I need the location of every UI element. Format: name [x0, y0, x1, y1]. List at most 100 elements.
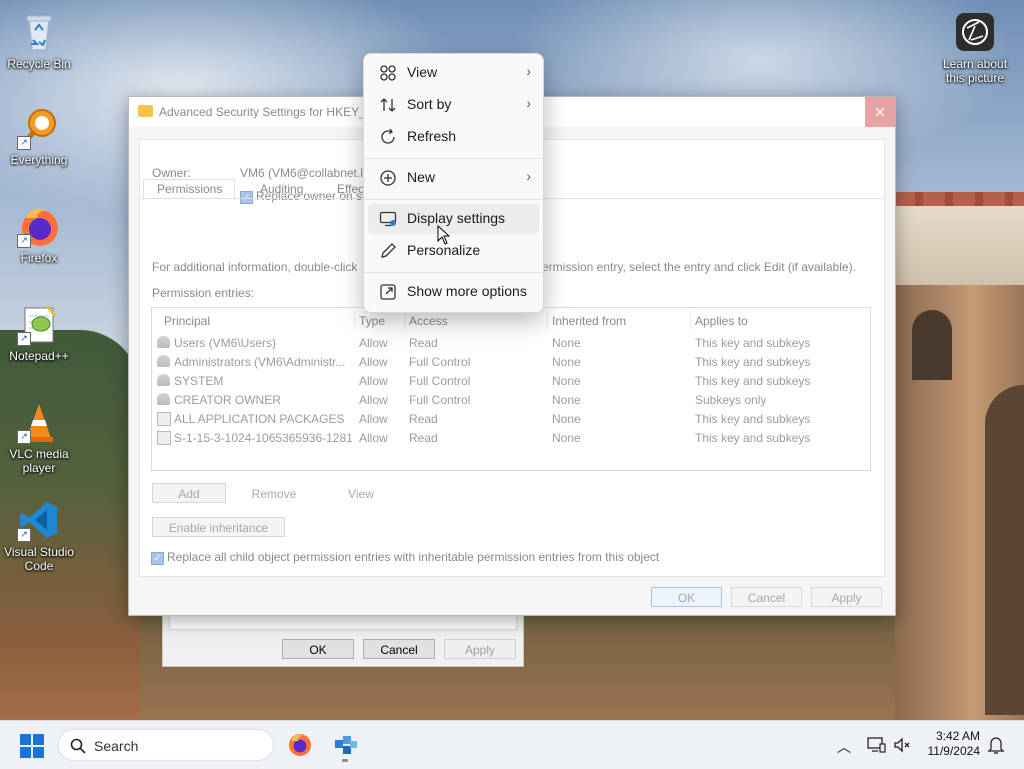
cell-applies: This key and subkeys — [695, 374, 811, 388]
permission-entries-table[interactable]: Principal Type Access Inherited from App… — [151, 307, 871, 471]
back-apply-button[interactable]: Apply — [444, 639, 516, 659]
back-cancel-button[interactable]: Cancel — [363, 639, 435, 659]
menu-item-view[interactable]: View › — [368, 58, 539, 88]
menu-separator — [364, 158, 543, 159]
column-separator — [690, 311, 691, 329]
cell-access: Read — [409, 431, 438, 445]
vlc-icon: ↗ — [17, 400, 61, 444]
desktop-icon-label: Notepad++ — [9, 349, 69, 363]
refresh-icon — [378, 128, 398, 148]
wallpaper-arch-large — [985, 385, 1024, 715]
menu-item-personalize[interactable]: Personalize — [368, 236, 539, 266]
search-label: Search — [94, 738, 139, 754]
column-header-principal[interactable]: Principal — [164, 314, 210, 328]
menu-item-sort-by[interactable]: Sort by › — [368, 90, 539, 120]
wallpaper-arch — [912, 310, 952, 380]
cancel-button[interactable]: Cancel — [731, 587, 802, 607]
desktop-icon-vscode[interactable]: ↗ Visual Studio Code — [0, 498, 78, 573]
chevron-right-icon: › — [526, 95, 531, 111]
learn-about-picture[interactable]: Learn about this picture — [936, 10, 1014, 85]
column-header-type[interactable]: Type — [359, 314, 385, 328]
cell-inherited: None — [552, 355, 581, 369]
menu-item-label: New — [407, 169, 436, 185]
column-separator — [354, 311, 355, 329]
cell-access: Read — [409, 412, 438, 426]
cell-inherited: None — [552, 393, 581, 407]
menu-item-label: Sort by — [407, 96, 452, 112]
running-indicator — [342, 759, 348, 762]
cell-type: Allow — [359, 336, 388, 350]
close-icon[interactable]: ✕ — [865, 97, 895, 127]
table-row[interactable]: SYSTEM Allow Full Control None This key … — [152, 371, 870, 390]
table-row[interactable]: Administrators (VM6\Administr... Allow F… — [152, 352, 870, 371]
clock-date: 11/9/2024 — [927, 744, 981, 758]
network-icon[interactable] — [866, 735, 886, 755]
desktop-icon-recycle-bin[interactable]: Recycle Bin — [0, 10, 78, 71]
cell-principal: SYSTEM — [174, 374, 224, 388]
cell-principal: S-1-15-3-1024-1065365936-1281... — [174, 431, 352, 445]
desktop-icon-label: VLC media player — [9, 447, 69, 475]
cell-inherited: None — [552, 412, 581, 426]
menu-item-refresh[interactable]: Refresh — [368, 122, 539, 152]
cell-access: Full Control — [409, 355, 471, 369]
permission-entries-label: Permission entries: — [152, 286, 255, 300]
desktop-icon-everything[interactable]: ↗ Everything — [0, 106, 78, 167]
display-settings-icon — [378, 210, 398, 230]
cell-principal: Administrators (VM6\Administr... — [174, 355, 346, 369]
tab-permissions[interactable]: Permissions — [157, 182, 222, 196]
cell-type: Allow — [359, 355, 388, 369]
cell-applies: This key and subkeys — [695, 431, 811, 445]
remove-button[interactable]: Remove — [237, 483, 311, 503]
menu-item-display-settings[interactable]: Display settings — [368, 204, 539, 234]
cell-access: Read — [409, 336, 438, 350]
taskbar: Search ︿ 3:42 AM 11/9/2024 — [0, 720, 1024, 769]
chevron-up-icon[interactable]: ︿ — [837, 737, 851, 757]
table-row[interactable]: S-1-15-3-1024-1065365936-1281... Allow R… — [152, 428, 870, 447]
taskbar-search-box[interactable]: Search — [58, 729, 274, 761]
replace-child-checkbox[interactable]: ✓ — [151, 552, 164, 565]
share-options-icon — [378, 283, 398, 303]
user-group-icon — [157, 336, 170, 348]
vscode-icon: ↗ — [17, 498, 61, 542]
ok-button[interactable]: OK — [651, 587, 722, 607]
chevron-right-icon: › — [526, 168, 531, 184]
notification-bell-icon[interactable] — [987, 735, 1005, 755]
apply-button[interactable]: Apply — [811, 587, 882, 607]
tab-effective-access[interactable]: Effec — [337, 182, 364, 196]
desktop-icon-firefox[interactable]: ↗ Firefox — [0, 204, 78, 265]
menu-item-label: View — [407, 64, 438, 80]
info-text-right: ermission entry, select the entry and cl… — [542, 260, 856, 274]
menu-item-show-more-options[interactable]: Show more options — [368, 277, 539, 307]
column-separator — [547, 311, 548, 329]
enable-inheritance-button[interactable]: Enable inheritance — [152, 517, 285, 537]
menu-item-new[interactable]: New › — [368, 163, 539, 193]
column-header-access[interactable]: Access — [409, 314, 448, 328]
taskbar-clock[interactable]: 3:42 AM 11/9/2024 — [928, 729, 981, 759]
taskbar-firefox[interactable] — [288, 733, 312, 757]
add-button[interactable]: Add — [152, 483, 226, 503]
table-row[interactable]: CREATOR OWNER Allow Full Control None Su… — [152, 390, 870, 409]
back-ok-button[interactable]: OK — [282, 639, 354, 659]
dialog-title: Advanced Security Settings for HKEY_C — [159, 105, 375, 119]
tab-auditing[interactable]: Auditing — [260, 182, 303, 196]
volume-muted-icon[interactable] — [892, 735, 912, 755]
shortcut-arrow-icon: ↗ — [17, 430, 31, 444]
package-icon — [157, 412, 171, 426]
column-header-inherited-from[interactable]: Inherited from — [552, 314, 626, 328]
firefox-icon — [289, 734, 311, 756]
table-row[interactable]: ALL APPLICATION PACKAGES Allow Read None… — [152, 409, 870, 428]
taskbar-registry-editor[interactable] — [333, 732, 359, 762]
user-group-icon — [157, 355, 170, 367]
start-button[interactable] — [20, 734, 44, 758]
view-button[interactable]: View — [324, 483, 398, 503]
desktop-icon-notepadpp[interactable]: ↗ Notepad++ — [0, 302, 78, 363]
desktop-icon-vlc[interactable]: ↗ VLC media player — [0, 400, 78, 475]
user-group-icon — [157, 393, 170, 405]
cell-inherited: None — [552, 431, 581, 445]
table-row[interactable]: Users (VM6\Users) Allow Read None This k… — [152, 333, 870, 352]
wallpaper-village — [893, 192, 1024, 290]
desktop-icon-label: Firefox — [20, 251, 58, 265]
folder-icon — [138, 105, 153, 117]
column-header-applies-to[interactable]: Applies to — [695, 314, 748, 328]
cell-type: Allow — [359, 374, 388, 388]
